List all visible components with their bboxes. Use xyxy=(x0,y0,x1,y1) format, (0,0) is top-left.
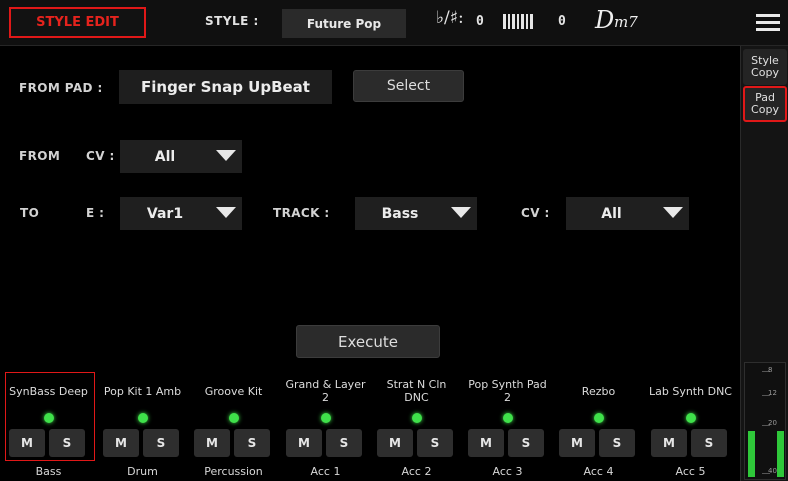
to-cv-label: CV : xyxy=(521,206,550,220)
mute-button[interactable]: M xyxy=(559,429,595,457)
channel-led xyxy=(321,413,331,423)
meter-mark: 40 xyxy=(768,467,777,475)
channel-led xyxy=(686,413,696,423)
channel-sound-name[interactable]: Rezbo xyxy=(555,376,642,406)
level-meter: 8 12 20 40 xyxy=(744,362,786,480)
channel-sound-name[interactable]: Strat N Cln DNC xyxy=(373,376,460,406)
mute-button[interactable]: M xyxy=(377,429,413,457)
to-cv-select[interactable]: All xyxy=(566,197,689,230)
select-button[interactable]: Select xyxy=(353,70,464,102)
meter-mark: 20 xyxy=(768,419,777,427)
to-e-label: E : xyxy=(86,206,105,220)
channel-led xyxy=(229,413,239,423)
solo-button[interactable]: S xyxy=(508,429,544,457)
channel-led xyxy=(44,413,54,423)
solo-button[interactable]: S xyxy=(234,429,270,457)
mute-button[interactable]: M xyxy=(194,429,230,457)
solo-button[interactable]: S xyxy=(417,429,453,457)
from-label: FROM xyxy=(19,149,61,163)
channel-track-name: Acc 2 xyxy=(401,465,432,478)
meter-right-bar xyxy=(777,431,784,477)
transpose-icon: ♭/♯: xyxy=(436,8,464,28)
chevron-down-icon xyxy=(451,207,471,218)
to-cv-value: All xyxy=(601,205,622,222)
channel-led xyxy=(503,413,513,423)
mixer-channel[interactable]: Rezbo M S Acc 4 xyxy=(555,372,640,481)
mixer-channel[interactable]: SynBass Deep M S Bass xyxy=(5,372,95,481)
channel-sound-name[interactable]: Pop Kit 1 Amb xyxy=(99,376,186,406)
style-copy-button[interactable]: Style Copy xyxy=(743,49,787,85)
channel-track-name: Acc 4 xyxy=(583,465,614,478)
from-pad-label: FROM PAD : xyxy=(19,81,103,95)
mixer-channel[interactable]: Strat N Cln DNC M S Acc 2 xyxy=(373,372,458,481)
style-name-field[interactable]: Future Pop xyxy=(282,9,406,38)
mute-button[interactable]: M xyxy=(103,429,139,457)
mixer-channel[interactable]: Pop Kit 1 Amb M S Drum xyxy=(99,372,184,481)
mute-button[interactable]: M xyxy=(651,429,687,457)
mute-button[interactable]: M xyxy=(286,429,322,457)
channel-led xyxy=(594,413,604,423)
meter-mark: 12 xyxy=(768,389,777,397)
to-element-value: Var1 xyxy=(146,205,184,222)
meter-left-bar xyxy=(748,431,755,477)
top-bar: STYLE EDIT STYLE : Future Pop ♭/♯: 0 0 D… xyxy=(0,0,788,46)
solo-button[interactable]: S xyxy=(691,429,727,457)
chord-root: D xyxy=(595,6,615,34)
channel-track-name: Acc 3 xyxy=(492,465,523,478)
solo-button[interactable]: S xyxy=(326,429,362,457)
channel-sound-name[interactable]: SynBass Deep xyxy=(5,376,92,406)
track-label: TRACK : xyxy=(273,206,330,220)
to-element-select[interactable]: Var1 xyxy=(120,197,242,230)
style-label: STYLE : xyxy=(205,14,259,28)
mute-button[interactable]: M xyxy=(9,429,45,457)
to-label: TO xyxy=(20,206,40,220)
track-mixer: SynBass Deep M S Bass Pop Kit 1 Amb M S … xyxy=(0,372,740,481)
channel-track-name: Percussion xyxy=(204,465,263,478)
solo-button[interactable]: S xyxy=(143,429,179,457)
track-value: Bass xyxy=(381,205,419,222)
sidebar: Style Copy Pad Copy 8 12 20 40 xyxy=(740,46,788,481)
mixer-channel[interactable]: Pop Synth Pad 2 M S Acc 3 xyxy=(464,372,549,481)
execute-button[interactable]: Execute xyxy=(296,325,440,358)
from-cv-label: CV : xyxy=(86,149,115,163)
keyboard-icon xyxy=(503,14,534,29)
channel-sound-name[interactable]: Pop Synth Pad 2 xyxy=(464,376,551,406)
from-cv-value: All xyxy=(154,148,176,165)
channel-track-name: Acc 1 xyxy=(310,465,341,478)
chevron-down-icon xyxy=(663,207,683,218)
meter-mark: 8 xyxy=(768,366,773,374)
menu-icon[interactable] xyxy=(756,14,780,32)
chevron-down-icon xyxy=(216,150,236,161)
channel-sound-name[interactable]: Groove Kit xyxy=(190,376,277,406)
channel-track-name: Bass xyxy=(35,465,62,478)
mode-button[interactable]: STYLE EDIT xyxy=(9,7,146,38)
mixer-channel[interactable]: Grand & Layer 2 M S Acc 1 xyxy=(282,372,367,481)
pad-copy-button[interactable]: Pad Copy xyxy=(743,86,787,122)
channel-track-name: Drum xyxy=(127,465,158,478)
mixer-channel[interactable]: Lab Synth DNC M S Acc 5 xyxy=(647,372,732,481)
channel-led xyxy=(412,413,422,423)
chevron-down-icon xyxy=(216,207,236,218)
from-cv-select[interactable]: All xyxy=(120,140,242,173)
track-select[interactable]: Bass xyxy=(355,197,477,230)
channel-sound-name[interactable]: Grand & Layer 2 xyxy=(282,376,369,406)
channel-sound-name[interactable]: Lab Synth DNC xyxy=(647,376,734,406)
keyboard-value: 0 xyxy=(558,14,566,29)
transpose-value: 0 xyxy=(476,14,484,29)
mute-button[interactable]: M xyxy=(468,429,504,457)
mixer-channel[interactable]: Groove Kit M S Percussion xyxy=(190,372,275,481)
channel-track-name: Acc 5 xyxy=(675,465,706,478)
solo-button[interactable]: S xyxy=(49,429,85,457)
chord-type: m7 xyxy=(614,13,638,31)
channel-led xyxy=(138,413,148,423)
from-pad-field[interactable]: Finger Snap UpBeat xyxy=(119,70,332,104)
solo-button[interactable]: S xyxy=(599,429,635,457)
